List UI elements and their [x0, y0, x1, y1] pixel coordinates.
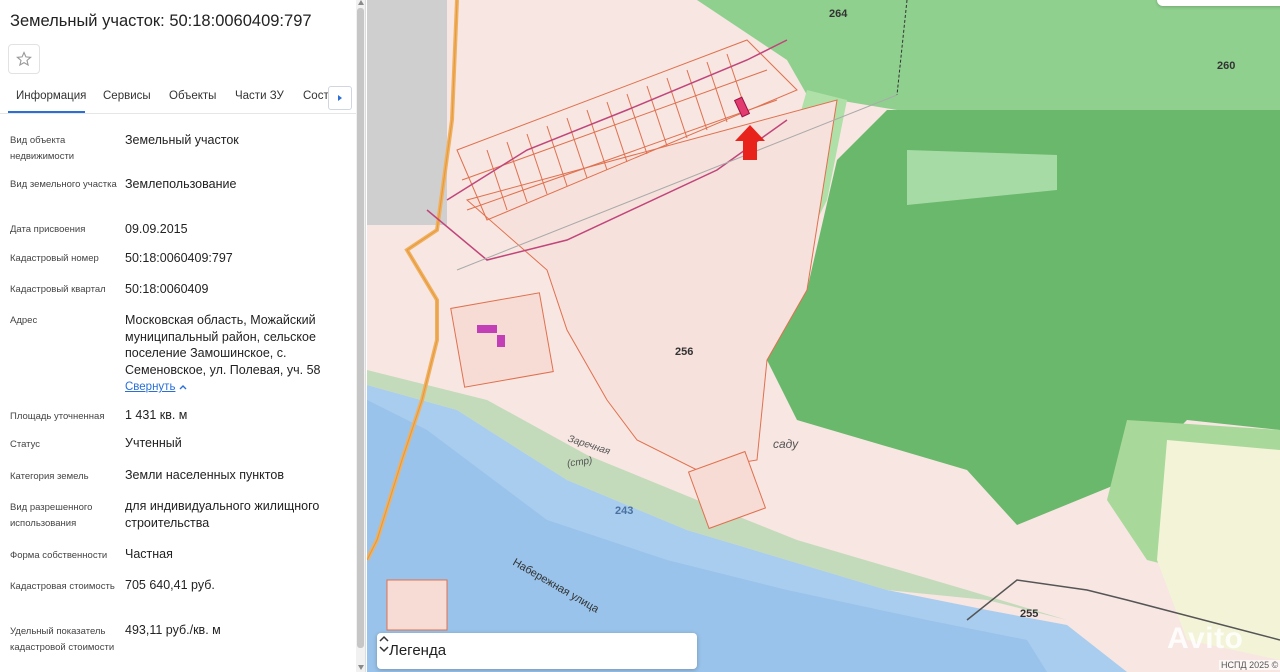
- field-label-status: Статус: [10, 439, 41, 450]
- legend-dropdown[interactable]: Легенда: [377, 633, 697, 669]
- field-label-ownership: Форма собственности: [10, 550, 108, 561]
- elevation-label: 243: [615, 505, 634, 517]
- field-value-address: Московская область, Можайский муниципаль…: [125, 313, 321, 377]
- field-value-specific-value: 493,11 руб./кв. м: [125, 623, 221, 637]
- field-label-cadastral-number: Кадастровый номер: [10, 253, 99, 264]
- map-canvas: [367, 0, 1280, 672]
- field-label-permitted-use: Вид разрешенного использования: [10, 502, 93, 529]
- cadastral-map[interactable]: 264 260 256 255 243 саду (стр) Заречная …: [367, 0, 1280, 672]
- chevron-up-icon[interactable]: [178, 382, 188, 392]
- tab-objects[interactable]: Объекты: [169, 90, 216, 102]
- field-value-cadastral-value: 705 640,41 руб.: [125, 578, 215, 592]
- building: [497, 335, 505, 347]
- tab-scroll-right-button[interactable]: [328, 86, 352, 110]
- field-value-assign-date: 09.09.2015: [125, 222, 188, 236]
- field-value-cadastral-quarter: 50:18:0060409: [125, 282, 209, 296]
- page-title: Земельный участок: 50:18:0060409:797: [10, 12, 312, 30]
- parcel-large: [465, 99, 838, 471]
- copyright-label: НСПД 2025 ©: [1219, 660, 1280, 670]
- place-label: саду: [773, 437, 799, 451]
- legend-label: Легенда: [389, 642, 447, 659]
- field-value-parcel-type: Землепользование: [125, 177, 237, 191]
- elevation-label: 264: [829, 8, 848, 20]
- collapse-link[interactable]: Свернуть: [125, 381, 175, 393]
- field-value-status: Учтенный: [125, 436, 182, 450]
- field-label-parcel-type: Вид земельного участка: [10, 179, 117, 190]
- tab-land-parts[interactable]: Части ЗУ: [235, 90, 284, 102]
- field-label-cadastral-quarter: Кадастровый квартал: [10, 284, 106, 295]
- scroll-down-arrow-icon[interactable]: [358, 665, 364, 670]
- elevation-label: 260: [1217, 60, 1236, 72]
- panel-scrollbar[interactable]: [356, 0, 365, 672]
- tab-information[interactable]: Информация: [16, 90, 86, 102]
- field-label-area: Площадь уточненная: [10, 411, 105, 422]
- map-toolbar[interactable]: [1157, 0, 1280, 6]
- field-value-ownership: Частная: [125, 547, 173, 561]
- elevation-label: 255: [1020, 608, 1039, 620]
- scroll-up-arrow-icon[interactable]: [358, 0, 364, 5]
- field-label-object-type: Вид объекта недвижимости: [10, 135, 75, 162]
- forest-area-top: [697, 0, 1280, 110]
- field-label-cadastral-value: Кадастровая стоимость: [10, 581, 115, 592]
- tab-services[interactable]: Сервисы: [103, 90, 151, 102]
- info-panel: Земельный участок: 50:18:0060409:797 Инф…: [0, 0, 366, 672]
- field-label-address: Адрес: [10, 315, 38, 326]
- elevation-label: 256: [675, 346, 694, 358]
- building: [477, 325, 497, 333]
- map-grey-area: [367, 0, 447, 225]
- tab-bar: Информация Сервисы Объекты Части ЗУ Сост…: [0, 84, 356, 114]
- avito-watermark: Avito: [1167, 622, 1244, 655]
- field-value-area: 1 431 кв. м: [125, 408, 188, 422]
- field-value-cadastral-number: 50:18:0060409:797: [125, 251, 233, 265]
- star-icon: [16, 51, 32, 67]
- favorite-button[interactable]: [8, 44, 40, 74]
- scroll-thumb[interactable]: [357, 8, 364, 648]
- caret-right-icon: [338, 95, 342, 101]
- field-value-permitted-use: для индивидуального жилищного строительс…: [125, 499, 320, 530]
- field-label-land-category: Категория земель: [10, 471, 89, 482]
- field-value-object-type: Земельный участок: [125, 133, 239, 147]
- field-label-specific-value: Удельный показатель кадастровой стоимост…: [10, 626, 115, 653]
- field-label-assign-date: Дата присвоения: [10, 224, 86, 235]
- expand-toggle-icon[interactable]: [377, 633, 391, 655]
- field-value-land-category: Земли населенных пунктов: [125, 468, 284, 482]
- active-tab-indicator: [8, 111, 85, 113]
